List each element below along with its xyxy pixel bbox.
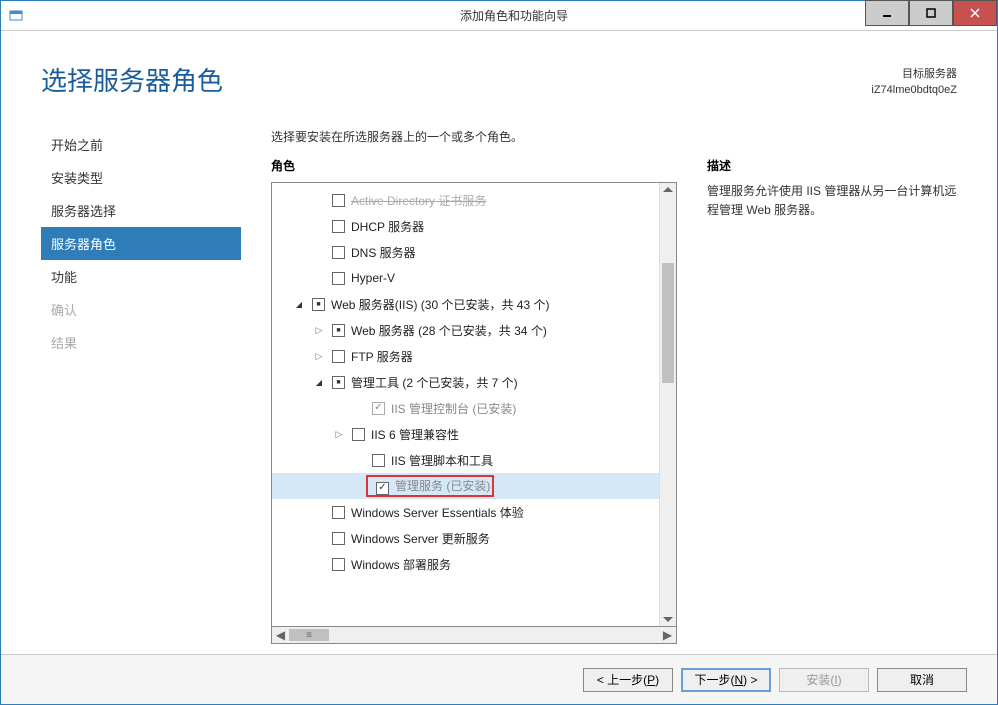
tree-row[interactable]: Web 服务器 (28 个已安装，共 34 个) (272, 317, 659, 343)
checkbox[interactable] (372, 402, 385, 415)
horizontal-scrollbar[interactable]: ◀ ≡ ▶ (271, 627, 677, 644)
checkbox[interactable] (332, 272, 345, 285)
tree-row[interactable]: IIS 管理控制台 (已安装) (272, 395, 659, 421)
checkbox[interactable] (332, 246, 345, 259)
close-button[interactable] (953, 0, 997, 26)
roles-label: 角色 (271, 157, 677, 174)
sidebar-step[interactable]: 功能 (41, 260, 241, 293)
hscroll-thumb[interactable]: ≡ (289, 629, 329, 641)
tree-node-label: Windows 部署服务 (351, 556, 451, 573)
roles-tree[interactable]: Active Directory 证书服务 DHCP 服务器 DNS 服务器 Hype… (271, 182, 677, 627)
instruction-text: 选择要安装在所选服务器上的一个或多个角色。 (271, 128, 957, 145)
tree-node-label: IIS 6 管理兼容性 (371, 426, 459, 443)
maximize-button[interactable] (909, 0, 953, 26)
tree-node-label: DNS 服务器 (351, 244, 416, 261)
window-title: 添加角色和功能向导 (31, 7, 997, 24)
tree-node-label: DHCP 服务器 (351, 218, 424, 235)
checkbox[interactable] (332, 532, 345, 545)
tree-row[interactable]: Windows Server Essentials 体验 (272, 499, 659, 525)
tree-row[interactable]: IIS 6 管理兼容性 (272, 421, 659, 447)
tree-node-label: IIS 管理控制台 (已安装) (391, 400, 516, 417)
highlight-annotation: 管理服务 (已安装) (366, 475, 494, 497)
sidebar-step[interactable]: 服务器角色 (41, 227, 241, 260)
install-button[interactable]: 安装(I) (779, 668, 869, 692)
next-button[interactable]: 下一步(N) > (681, 668, 771, 692)
checkbox[interactable] (332, 506, 345, 519)
tree-node-label: Windows Server 更新服务 (351, 530, 490, 547)
checkbox[interactable] (332, 558, 345, 571)
sidebar-step[interactable]: 开始之前 (41, 128, 241, 161)
tree-node-label: Web 服务器 (28 个已安装，共 34 个) (351, 322, 547, 339)
checkbox[interactable] (332, 376, 345, 389)
checkbox[interactable] (332, 194, 345, 207)
tree-row[interactable]: 管理服务 (已安装) (272, 473, 659, 499)
cancel-button[interactable]: 取消 (877, 668, 967, 692)
tree-row[interactable]: Windows Server 更新服务 (272, 525, 659, 551)
titlebar: 添加角色和功能向导 (1, 1, 997, 31)
hscroll-right[interactable]: ▶ (659, 627, 676, 643)
vertical-scrollbar[interactable] (659, 183, 676, 626)
checkbox[interactable] (376, 482, 389, 495)
footer-buttons: < 上一步(P) 下一步(N) > 安装(I) 取消 (1, 654, 997, 704)
checkbox[interactable] (372, 454, 385, 467)
tree-row[interactable]: DNS 服务器 (272, 239, 659, 265)
hscroll-left[interactable]: ◀ (272, 627, 289, 643)
wizard-window: 添加角色和功能向导 选择服务器角色 目标服务器 iZ74lme0bdtq0eZ … (0, 0, 998, 705)
checkbox[interactable] (332, 220, 345, 233)
checkbox[interactable] (352, 428, 365, 441)
sidebar-step[interactable]: 安装类型 (41, 161, 241, 194)
tree-node-label: Windows Server Essentials 体验 (351, 504, 524, 521)
tree-row[interactable]: FTP 服务器 (272, 343, 659, 369)
app-icon (1, 8, 31, 24)
tree-row[interactable]: DHCP 服务器 (272, 213, 659, 239)
minimize-button[interactable] (865, 0, 909, 26)
wizard-steps-sidebar: 开始之前安装类型服务器选择服务器角色功能确认结果 (41, 128, 241, 644)
tree-node-label: 管理服务 (已安装) (395, 479, 490, 493)
sidebar-step: 结果 (41, 326, 241, 359)
tree-row[interactable]: 管理工具 (2 个已安装，共 7 个) (272, 369, 659, 395)
window-controls (865, 0, 997, 703)
tree-row[interactable]: IIS 管理脚本和工具 (272, 447, 659, 473)
tree-row[interactable]: Hyper-V (272, 265, 659, 291)
checkbox[interactable] (332, 350, 345, 363)
tree-row[interactable]: Web 服务器(IIS) (30 个已安装，共 43 个) (272, 291, 659, 317)
page-title: 选择服务器角色 (41, 61, 223, 98)
tree-row[interactable]: Active Directory 证书服务 (272, 187, 659, 213)
collapse-icon[interactable] (312, 378, 326, 387)
content-area: 选择服务器角色 目标服务器 iZ74lme0bdtq0eZ 开始之前安装类型服务… (1, 31, 997, 654)
collapse-icon[interactable] (292, 300, 306, 309)
tree-row[interactable]: Windows 部署服务 (272, 551, 659, 577)
tree-node-label: Active Directory 证书服务 (351, 192, 486, 209)
sidebar-step: 确认 (41, 293, 241, 326)
tree-node-label: FTP 服务器 (351, 348, 413, 365)
previous-button[interactable]: < 上一步(P) (583, 668, 673, 692)
checkbox[interactable] (332, 324, 345, 337)
expand-icon[interactable] (312, 325, 326, 336)
expand-icon[interactable] (332, 429, 346, 440)
tree-node-label: Web 服务器(IIS) (30 个已安装，共 43 个) (331, 296, 549, 313)
expand-icon[interactable] (312, 351, 326, 362)
scroll-thumb[interactable] (662, 263, 674, 383)
tree-node-label: Hyper-V (351, 271, 395, 285)
checkbox[interactable] (312, 298, 325, 311)
tree-node-label: IIS 管理脚本和工具 (391, 452, 493, 469)
sidebar-step[interactable]: 服务器选择 (41, 194, 241, 227)
tree-node-label: 管理工具 (2 个已安装，共 7 个) (351, 374, 518, 391)
